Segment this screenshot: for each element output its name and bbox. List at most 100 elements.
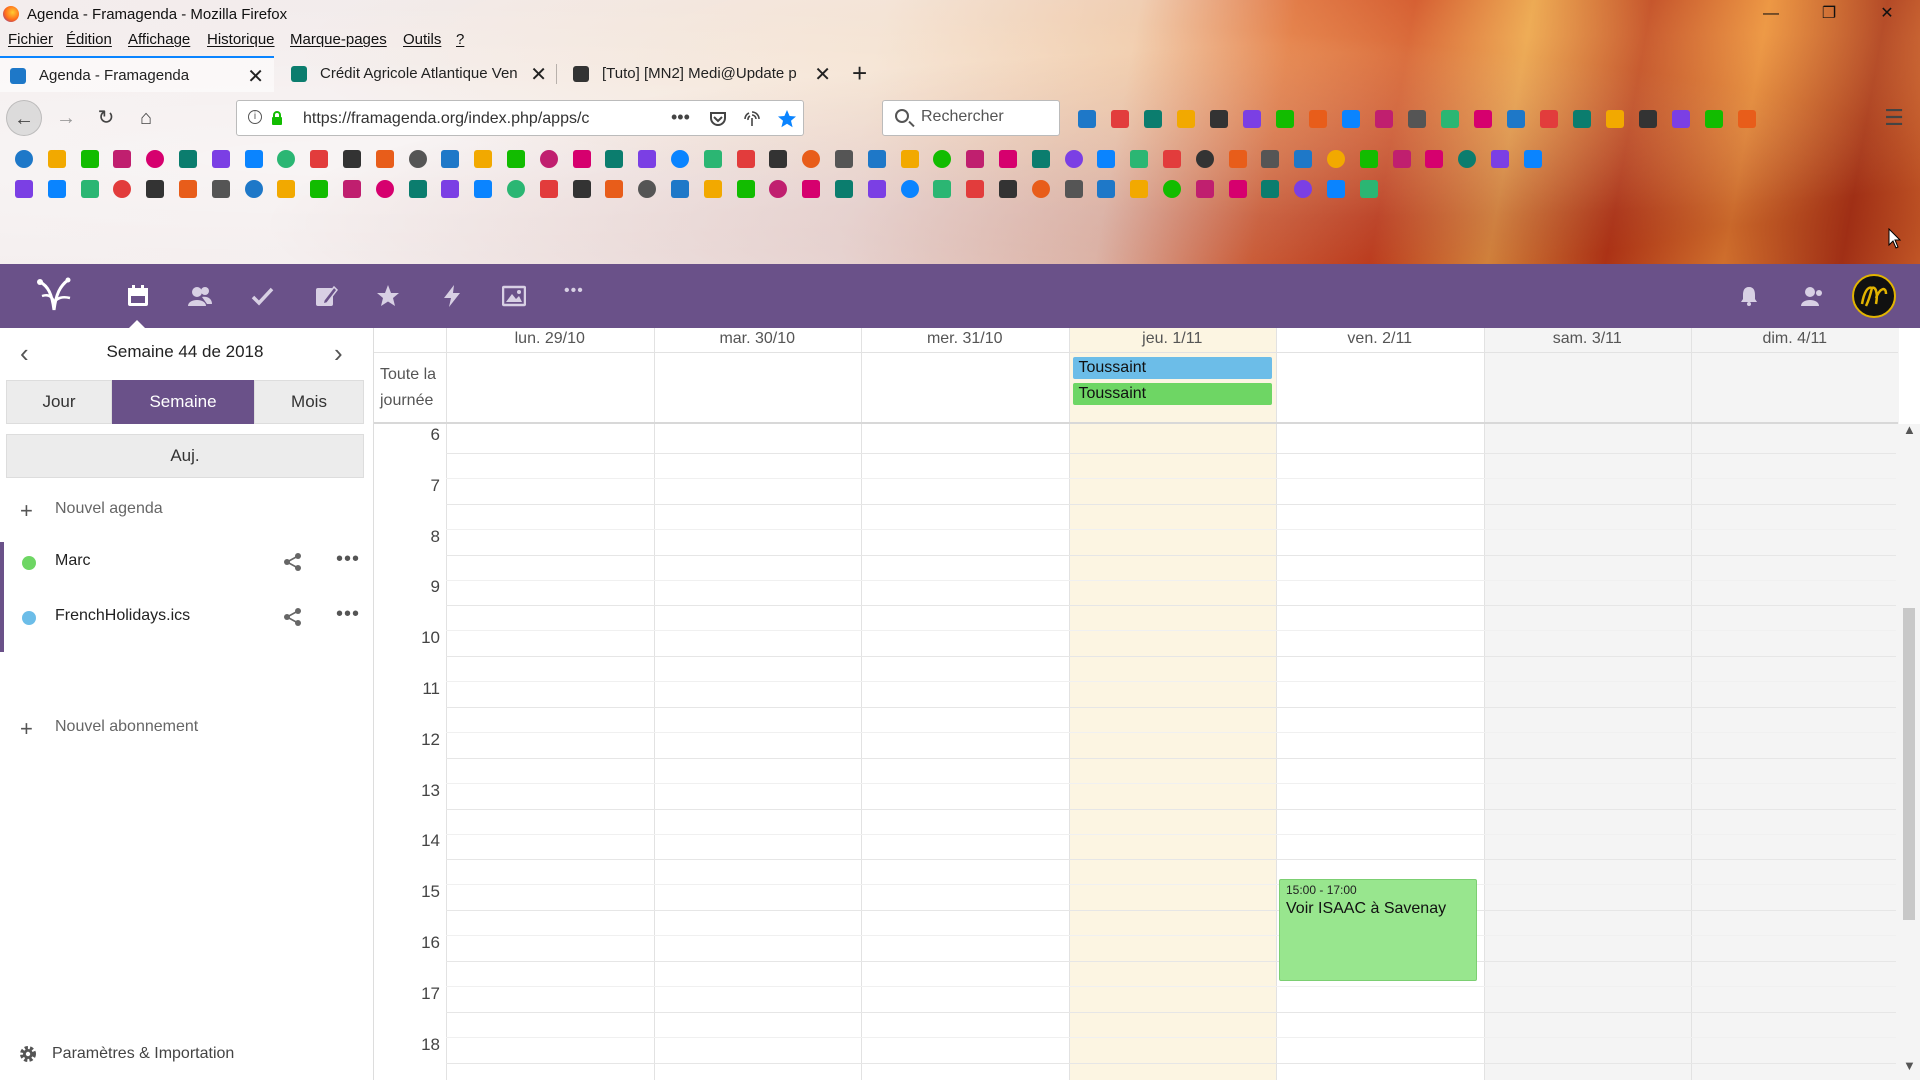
bookmark-favicon-icon[interactable] bbox=[802, 180, 821, 198]
bookmark-favicon-icon[interactable] bbox=[1064, 180, 1083, 198]
bookmark-favicon-icon[interactable] bbox=[1130, 150, 1149, 168]
bookmark-favicon-icon[interactable] bbox=[572, 180, 591, 198]
bookmark-favicon-icon[interactable] bbox=[703, 180, 722, 198]
tab-credit-agricole[interactable]: Crédit Agricole Atlantique Ven ✕ bbox=[281, 56, 557, 92]
bookmark-favicon-icon[interactable] bbox=[966, 150, 985, 168]
bookmark-favicon-icon[interactable] bbox=[867, 150, 886, 168]
extension-icon[interactable] bbox=[1573, 110, 1591, 128]
bookmark-favicon-icon[interactable] bbox=[47, 150, 66, 168]
allday-event[interactable]: Toussaint bbox=[1072, 357, 1272, 379]
restore-button[interactable]: ❐ bbox=[1806, 0, 1852, 28]
extension-icon[interactable] bbox=[1441, 110, 1459, 128]
hour-row[interactable]: 11 bbox=[374, 679, 1896, 758]
share-icon[interactable] bbox=[283, 607, 303, 627]
menu-fichier[interactable]: Fichier bbox=[8, 31, 53, 48]
bookmark-favicon-icon[interactable] bbox=[1031, 150, 1050, 168]
bookmark-favicon-icon[interactable] bbox=[375, 180, 394, 198]
menu-help[interactable]: ? bbox=[456, 31, 464, 48]
bookmark-favicon-icon[interactable] bbox=[1195, 150, 1214, 168]
new-tab-button[interactable]: + bbox=[852, 58, 867, 89]
bookmark-star-icon[interactable] bbox=[777, 109, 797, 129]
extension-icon[interactable] bbox=[1474, 110, 1492, 128]
bookmark-favicon-icon[interactable] bbox=[179, 180, 197, 198]
bookmark-favicon-icon[interactable] bbox=[703, 150, 722, 168]
bookmark-favicon-icon[interactable] bbox=[671, 150, 689, 168]
bookmark-favicon-icon[interactable] bbox=[211, 150, 230, 168]
back-button[interactable]: ← bbox=[6, 100, 42, 136]
pocket-icon[interactable] bbox=[709, 110, 727, 128]
day-header[interactable]: jeu. 1/11 bbox=[1069, 328, 1277, 352]
bookmark-favicon-icon[interactable] bbox=[1064, 150, 1083, 168]
day-header[interactable]: mer. 31/10 bbox=[861, 328, 1069, 352]
hour-row[interactable]: 18 bbox=[374, 1035, 1896, 1080]
bookmarks-icon[interactable] bbox=[376, 284, 400, 308]
bookmark-favicon-icon[interactable] bbox=[572, 150, 591, 168]
extension-icon[interactable] bbox=[1144, 110, 1162, 128]
more-apps-icon[interactable]: ••• bbox=[564, 282, 588, 306]
hamburger-menu-button[interactable]: ☰ bbox=[1876, 100, 1912, 136]
bookmark-favicon-icon[interactable] bbox=[211, 180, 230, 198]
info-icon[interactable]: i bbox=[248, 110, 262, 124]
user-avatar[interactable] bbox=[1852, 274, 1896, 318]
bookmark-favicon-icon[interactable] bbox=[999, 180, 1017, 198]
notifications-bell-icon[interactable] bbox=[1740, 286, 1758, 306]
extension-icon[interactable] bbox=[1408, 110, 1426, 128]
bookmark-favicon-icon[interactable] bbox=[1294, 150, 1313, 168]
activity-icon[interactable] bbox=[440, 284, 464, 308]
bookmark-favicon-icon[interactable] bbox=[605, 150, 624, 168]
new-calendar-button[interactable]: + Nouvel agenda bbox=[0, 490, 372, 530]
calendar-icon[interactable] bbox=[126, 284, 150, 308]
menu-marque-pages[interactable]: Marque-pages bbox=[290, 31, 387, 48]
home-button[interactable]: ⌂ bbox=[128, 100, 164, 136]
day-header[interactable]: sam. 3/11 bbox=[1484, 328, 1692, 352]
bookmark-favicon-icon[interactable] bbox=[80, 150, 99, 168]
bookmark-favicon-icon[interactable] bbox=[1097, 180, 1116, 198]
bookmark-favicon-icon[interactable] bbox=[1327, 150, 1345, 168]
menu-outils[interactable]: Outils bbox=[403, 31, 441, 48]
bookmark-favicon-icon[interactable] bbox=[539, 180, 558, 198]
menu-historique[interactable]: Historique bbox=[207, 31, 275, 48]
extension-icon[interactable] bbox=[1276, 110, 1294, 128]
bookmark-favicon-icon[interactable] bbox=[605, 180, 624, 198]
bookmark-favicon-icon[interactable] bbox=[1327, 180, 1345, 198]
bookmark-favicon-icon[interactable] bbox=[277, 180, 296, 198]
bookmark-favicon-icon[interactable] bbox=[507, 180, 525, 198]
extension-icon[interactable] bbox=[1177, 110, 1195, 128]
day-header[interactable]: ven. 2/11 bbox=[1276, 328, 1484, 352]
bookmark-favicon-icon[interactable] bbox=[1163, 180, 1181, 198]
forward-button[interactable]: → bbox=[48, 100, 84, 136]
hour-row[interactable]: 7 bbox=[374, 476, 1896, 555]
extension-icon[interactable] bbox=[1078, 110, 1096, 128]
bookmark-favicon-icon[interactable] bbox=[113, 150, 132, 168]
bookmark-favicon-icon[interactable] bbox=[1359, 180, 1378, 198]
contacts-menu-icon[interactable] bbox=[1800, 284, 1824, 308]
extension-icon[interactable] bbox=[1210, 110, 1228, 128]
bookmark-favicon-icon[interactable] bbox=[474, 180, 493, 198]
extension-icon[interactable] bbox=[1375, 110, 1393, 128]
new-subscription-button[interactable]: + Nouvel abonnement bbox=[0, 708, 372, 748]
bookmark-favicon-icon[interactable] bbox=[966, 180, 985, 198]
extension-icon[interactable] bbox=[1243, 110, 1261, 128]
settings-import-button[interactable]: Paramètres & Importation bbox=[0, 1042, 372, 1072]
calendar-color-dot[interactable] bbox=[22, 611, 36, 625]
gallery-icon[interactable] bbox=[502, 284, 526, 308]
scroll-thumb[interactable] bbox=[1903, 608, 1915, 920]
hour-row[interactable]: 10 bbox=[374, 628, 1896, 707]
reload-button[interactable]: ↻ bbox=[88, 100, 124, 136]
search-bar[interactable] bbox=[882, 100, 1060, 136]
bookmark-favicon-icon[interactable] bbox=[1261, 150, 1280, 168]
close-tab-icon[interactable]: ✕ bbox=[814, 62, 831, 87]
bookmark-favicon-icon[interactable] bbox=[441, 180, 460, 198]
tracking-protection-icon[interactable] bbox=[743, 110, 761, 128]
hour-row[interactable]: 13 bbox=[374, 781, 1896, 860]
bookmark-favicon-icon[interactable] bbox=[933, 180, 952, 198]
menu-edition[interactable]: Édition bbox=[66, 31, 112, 48]
bookmark-favicon-icon[interactable] bbox=[15, 180, 33, 198]
scroll-down-arrow-icon[interactable]: ▼ bbox=[1903, 1058, 1916, 1073]
bookmark-favicon-icon[interactable] bbox=[474, 150, 493, 168]
extension-icon[interactable] bbox=[1672, 110, 1690, 128]
week-label[interactable]: Semaine 44 de 2018 bbox=[0, 342, 370, 362]
bookmark-favicon-icon[interactable] bbox=[310, 150, 329, 168]
extension-icon[interactable] bbox=[1540, 110, 1558, 128]
calendar-more-button[interactable]: ••• bbox=[336, 603, 360, 626]
